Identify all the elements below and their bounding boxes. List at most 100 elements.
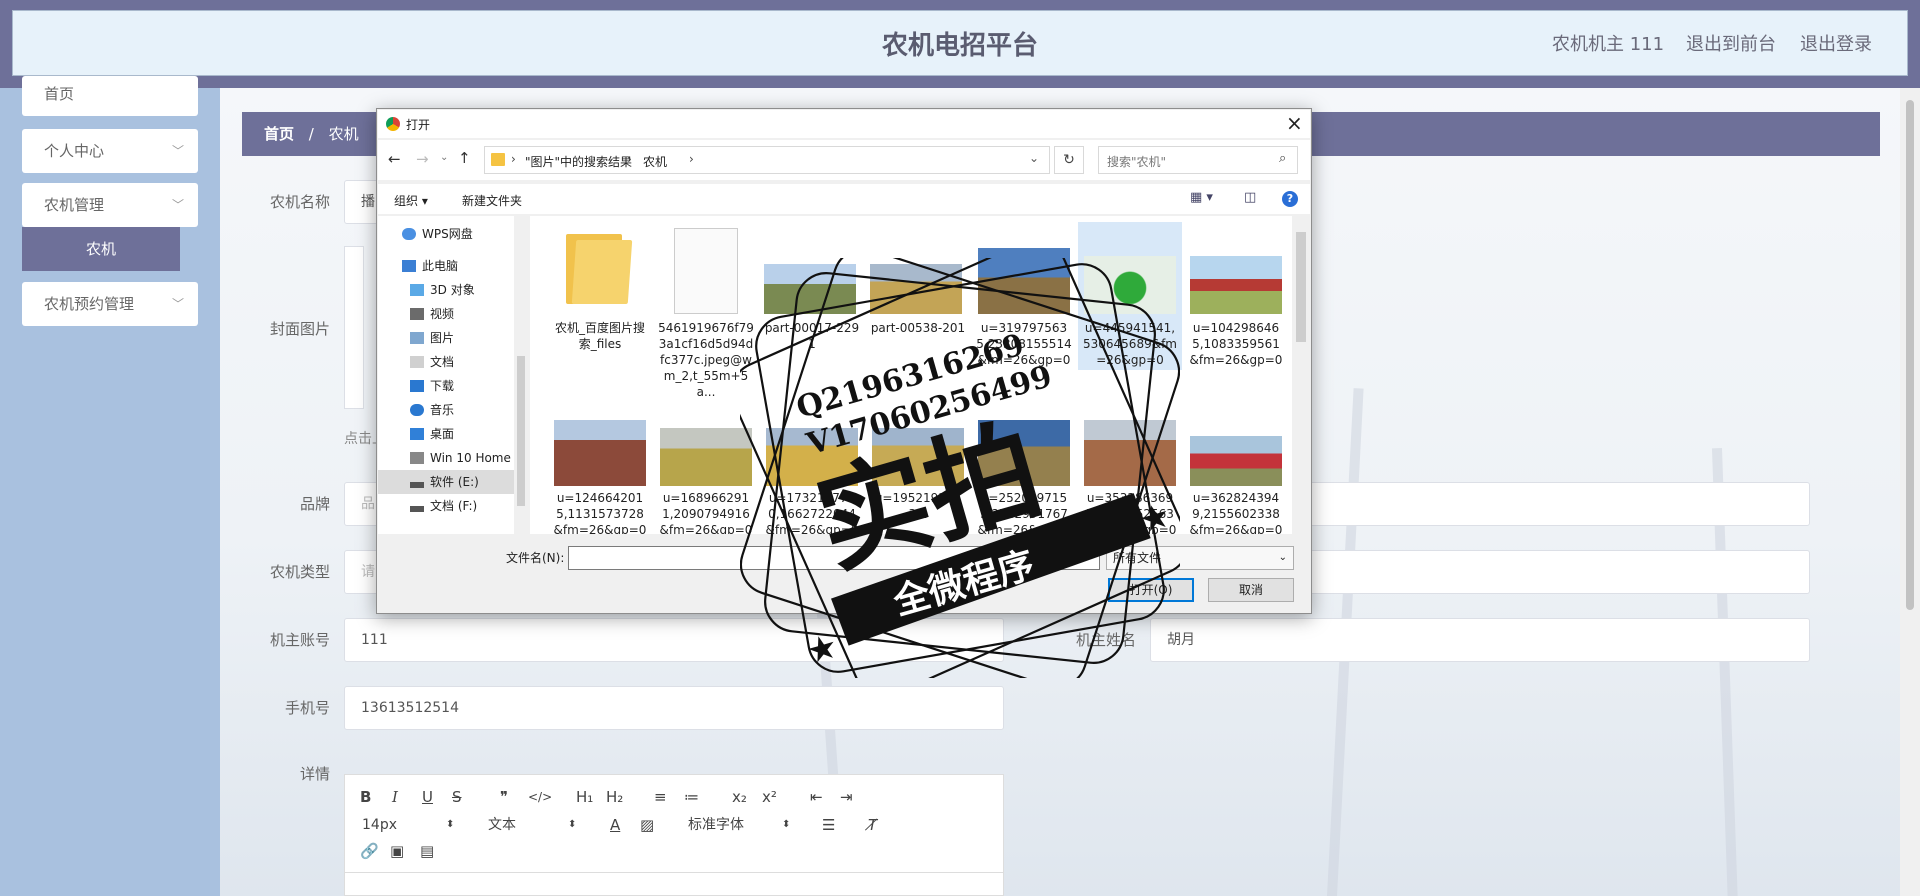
sidebar-item-machine-management[interactable]: 农机管理 ﹀: [22, 183, 198, 227]
superscript-button[interactable]: x²: [762, 782, 777, 812]
image-thumbnail[interactable]: [766, 428, 858, 486]
file-name: part-00538-201: [870, 321, 966, 335]
tree-item-music[interactable]: 音乐: [410, 402, 454, 418]
tree-item-downloads[interactable]: 下载: [410, 378, 454, 394]
document-icon: [410, 356, 424, 368]
video-icon[interactable]: ▤: [420, 836, 434, 866]
path-segment-search[interactable]: "图片"中的搜索结果: [525, 153, 632, 170]
dialog-titlebar[interactable]: 打开 ×: [378, 110, 1310, 138]
desktop-icon: [410, 428, 424, 440]
image-icon[interactable]: ▣: [390, 836, 404, 866]
image-thumbnail[interactable]: [660, 428, 752, 486]
tree-item-wps[interactable]: WPS网盘: [402, 226, 473, 242]
image-thumbnail[interactable]: [872, 428, 964, 486]
preview-pane-icon[interactable]: ◫: [1244, 190, 1256, 205]
tree-item-drive-e[interactable]: 软件 (E:): [410, 474, 479, 490]
link-icon[interactable]: 🔗: [360, 836, 379, 866]
help-icon[interactable]: ?: [1282, 191, 1298, 207]
breadcrumb-home[interactable]: 首页: [264, 125, 294, 143]
image-thumbnail[interactable]: [1084, 420, 1176, 486]
h2-button[interactable]: H₂: [606, 782, 623, 812]
h1-button[interactable]: H₁: [576, 782, 593, 812]
editor-divider: [344, 872, 1004, 873]
code-button[interactable]: </>: [528, 782, 552, 812]
bullet-list-button[interactable]: ≔: [684, 782, 699, 812]
organize-button[interactable]: 组织 ▾: [394, 192, 428, 209]
chevron-down-icon[interactable]: ⌄: [1029, 151, 1039, 165]
phone-label: 手机号: [284, 699, 330, 717]
tree-label: 视频: [430, 307, 455, 321]
exit-to-front-link[interactable]: 退出到前台: [1686, 34, 1776, 56]
image-thumbnail[interactable]: [870, 264, 962, 314]
tree-label: 下载: [430, 379, 455, 393]
tree-item-videos[interactable]: 视频: [410, 306, 454, 322]
tree-label: 文档: [430, 355, 455, 369]
drive-icon: [410, 452, 424, 464]
file-icon[interactable]: [674, 228, 738, 314]
strike-button[interactable]: S: [452, 782, 462, 812]
forward-arrow-icon[interactable]: →: [416, 150, 429, 168]
tree-item-documents[interactable]: 文档: [410, 354, 454, 370]
folder-icon[interactable]: [566, 228, 633, 310]
tree-item-desktop[interactable]: 桌面: [410, 426, 454, 442]
tree-item-3d[interactable]: 3D 对象: [410, 282, 475, 298]
tree-item-pictures[interactable]: 图片: [410, 330, 454, 346]
close-icon[interactable]: ×: [1286, 111, 1303, 135]
indent-button[interactable]: ⇥: [840, 782, 853, 812]
image-thumbnail[interactable]: [978, 420, 1070, 486]
owner-name-input[interactable]: 胡月: [1150, 618, 1810, 662]
image-thumbnail[interactable]: [978, 248, 1070, 314]
file-type-select[interactable]: 所有文件 ⌄: [1106, 546, 1294, 570]
filename-input[interactable]: [568, 546, 1100, 570]
tree-item-drive-c[interactable]: Win 10 Home: [410, 450, 511, 466]
owner-account-input[interactable]: 111: [344, 618, 1004, 662]
sidebar-subitem-machine[interactable]: 农机: [22, 227, 180, 271]
page-scrollbar-thumb[interactable]: [1906, 100, 1914, 610]
new-folder-button[interactable]: 新建文件夹: [462, 192, 522, 209]
logout-link[interactable]: 退出登录: [1800, 34, 1872, 56]
image-thumbnail[interactable]: [554, 420, 646, 486]
subscript-button[interactable]: x₂: [732, 782, 747, 812]
italic-button[interactable]: I: [392, 782, 398, 812]
quote-button[interactable]: ❞: [500, 782, 508, 812]
chevron-down-icon: ﹀: [171, 198, 184, 212]
up-arrow-icon[interactable]: ↑: [458, 149, 471, 167]
refresh-icon[interactable]: ↻: [1054, 146, 1084, 174]
dialog-search-input[interactable]: 搜索"农机" ⌕: [1098, 146, 1298, 174]
tree-item-this-pc[interactable]: 此电脑: [402, 258, 458, 274]
editor-toolbar-row2: 14px ⬍ 文本 ⬍ A ▨ 标准字体 ⬍ ☰ T̸: [344, 810, 1004, 838]
path-chevron-icon: ›: [627, 152, 632, 166]
outdent-button[interactable]: ⇤: [810, 782, 823, 812]
tree-scrollbar[interactable]: [514, 216, 528, 534]
phone-input[interactable]: 13613512514: [344, 686, 1004, 730]
cancel-button[interactable]: 取消: [1208, 578, 1294, 602]
sidebar-item-personal-center[interactable]: 个人中心 ﹀: [22, 129, 198, 173]
file-name: u=1952193533,2: [874, 491, 962, 521]
view-options-icon[interactable]: ▦ ▾: [1190, 190, 1213, 205]
underline-button[interactable]: U: [422, 782, 433, 812]
open-button[interactable]: 打开(O): [1108, 578, 1194, 602]
music-icon: [410, 404, 424, 416]
sidebar-item-label: 个人中心: [44, 142, 105, 160]
back-arrow-icon[interactable]: ←: [388, 150, 401, 168]
file-name: u=1042986465,1083359561&fm=26&gp=0: [1189, 321, 1283, 367]
image-thumbnail[interactable]: [1084, 256, 1176, 314]
image-thumbnail[interactable]: [1190, 256, 1282, 314]
cover-upload-box[interactable]: [344, 246, 364, 409]
image-thumbnail[interactable]: [764, 264, 856, 314]
tree-label: WPS网盘: [422, 227, 473, 241]
ordered-list-button[interactable]: ≡: [654, 782, 667, 812]
drive-icon: [410, 482, 424, 488]
path-segment-folder[interactable]: 农机: [643, 153, 667, 170]
machine-type-label: 农机类型: [269, 563, 330, 581]
sidebar-item-home[interactable]: 首页: [22, 76, 198, 116]
current-user: 农机机主 111: [1552, 34, 1665, 55]
address-bar[interactable]: › "图片"中的搜索结果 › 农机 › ⌄: [484, 146, 1050, 174]
tree-item-drive-f[interactable]: 文档 (F:): [410, 498, 477, 514]
files-scrollbar[interactable]: [1292, 216, 1310, 534]
bold-button[interactable]: B: [360, 782, 371, 812]
recent-dropdown-icon[interactable]: ⌄: [440, 152, 448, 163]
file-name: u=1732177750,1662722044&fm=26&gp=0: [765, 491, 859, 534]
sidebar-item-booking-management[interactable]: 农机预约管理 ﹀: [22, 282, 198, 326]
image-thumbnail[interactable]: [1190, 436, 1282, 486]
